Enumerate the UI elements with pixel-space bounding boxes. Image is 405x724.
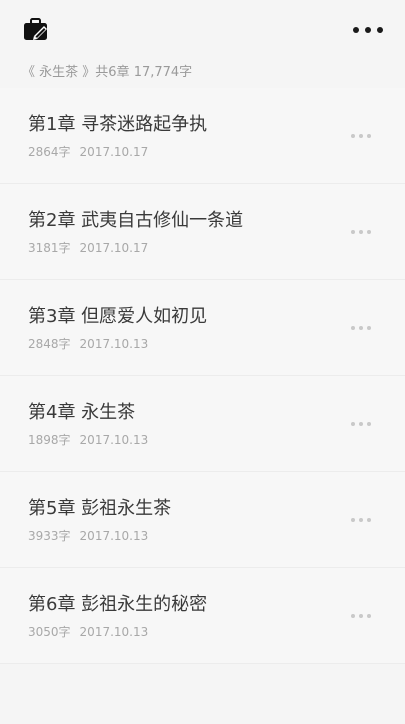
- chapter-date: 2017.10.13: [79, 625, 149, 639]
- chapter-meta: 2848字 2017.10.13: [28, 335, 148, 352]
- chapter-meta: 3933字 2017.10.13: [28, 527, 148, 544]
- chapter-title: 第3章 但愿爱人如初见: [28, 306, 208, 327]
- chapter-word-count: 2864字: [28, 145, 71, 159]
- chapter-word-count: 3181字: [28, 241, 71, 255]
- chapter-more-icon[interactable]: [351, 516, 371, 524]
- chapter-word-count: 3050字: [28, 625, 71, 639]
- chapter-word-count: 2848字: [28, 337, 71, 351]
- chapter-title: 第6章 彭祖永生的秘密: [28, 594, 208, 615]
- more-dot: [365, 27, 371, 33]
- book-title: 《 永生茶 》: [22, 65, 96, 80]
- chapter-title: 第1章 寻茶迷路起争执: [28, 114, 208, 135]
- book-summary: 《 永生茶 》共6章 17,774字: [0, 58, 405, 88]
- chapter-meta: 3050字 2017.10.13: [28, 623, 148, 640]
- chapter-title: 第5章 彭祖永生茶: [28, 498, 172, 519]
- chapter-more-icon[interactable]: [351, 612, 371, 620]
- chapter-meta: 3181字 2017.10.17: [28, 239, 148, 256]
- chapter-word-count: 3933字: [28, 529, 71, 543]
- chapter-more-icon[interactable]: [351, 324, 371, 332]
- top-bar: [0, 0, 405, 58]
- chapter-row[interactable]: 第6章 彭祖永生的秘密 3050字 2017.10.13: [0, 568, 405, 664]
- chapter-date: 2017.10.17: [79, 145, 149, 159]
- chapter-row[interactable]: 第3章 但愿爱人如初见 2848字 2017.10.13: [0, 280, 405, 376]
- empty-area: [0, 664, 405, 724]
- more-dot: [353, 27, 359, 33]
- chapter-meta: 2864字 2017.10.17: [28, 143, 148, 160]
- chapter-meta: 1898字 2017.10.13: [28, 431, 148, 448]
- chapter-row[interactable]: 第5章 彭祖永生茶 3933字 2017.10.13: [0, 472, 405, 568]
- chapter-date: 2017.10.17: [79, 241, 149, 255]
- chapter-word-count: 1898字: [28, 433, 71, 447]
- chapter-title: 第4章 永生茶: [28, 402, 136, 423]
- more-options-button[interactable]: [353, 22, 383, 38]
- chapter-more-icon[interactable]: [351, 420, 371, 428]
- word-total: 17,774字: [133, 65, 193, 80]
- chapter-row[interactable]: 第4章 永生茶 1898字 2017.10.13: [0, 376, 405, 472]
- chapter-row[interactable]: 第2章 武夷自古修仙一条道 3181字 2017.10.17: [0, 184, 405, 280]
- chapter-list: 第1章 寻茶迷路起争执 2864字 2017.10.17 第2章 武夷自古修仙一条…: [0, 88, 405, 664]
- chapter-more-icon[interactable]: [351, 228, 371, 236]
- chapter-more-icon[interactable]: [351, 132, 371, 140]
- chapter-date: 2017.10.13: [79, 337, 149, 351]
- chapter-title: 第2章 武夷自古修仙一条道: [28, 210, 244, 231]
- chapter-row[interactable]: 第1章 寻茶迷路起争执 2864字 2017.10.17: [0, 88, 405, 184]
- chapter-date: 2017.10.13: [79, 529, 149, 543]
- chapter-date: 2017.10.13: [79, 433, 149, 447]
- chapter-count: 共6章: [95, 65, 130, 80]
- more-dot: [377, 27, 383, 33]
- briefcase-pen-icon[interactable]: [23, 17, 51, 43]
